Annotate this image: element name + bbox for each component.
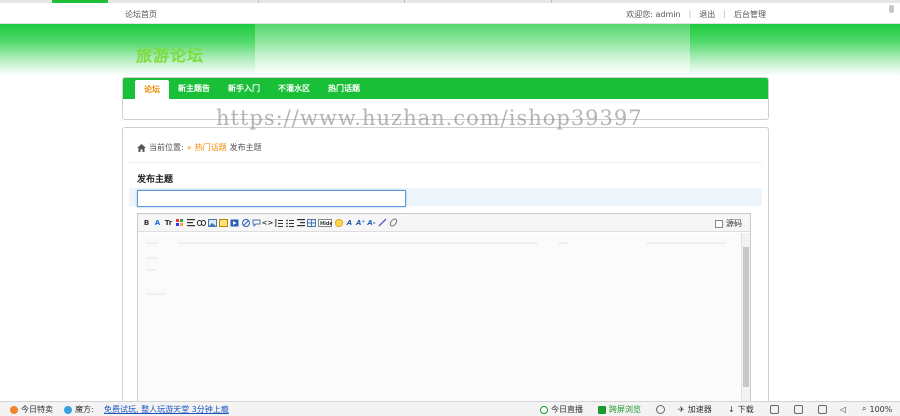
content-line	[146, 242, 158, 244]
rocket-icon: ✈	[678, 405, 685, 414]
separator: |	[723, 9, 726, 18]
breadcrumb-current: 发布主题	[229, 143, 262, 152]
browser-status-bar: 今日特卖 魔方: 免费试玩, 整人玩游天堂 3分钟上瘾 今日直播 跨屏浏览 ✈ …	[0, 401, 900, 416]
font-size-down-icon[interactable]: A-	[367, 218, 376, 227]
source-toggle[interactable]: 源码	[715, 218, 742, 229]
post-panel: 当前位置: » 热门话题 发布主题 发布主题 B A Tr <> Hide A …	[122, 127, 769, 416]
font-icon[interactable]: A	[345, 218, 354, 227]
grid-icon[interactable]	[770, 405, 779, 414]
font-size-up-icon[interactable]: A⁺	[356, 218, 365, 227]
svg-text:Hide: Hide	[320, 221, 332, 227]
magic-label: 魔方:	[75, 405, 94, 414]
hide-icon[interactable]: Hide	[318, 218, 332, 227]
admin-link[interactable]: 后台管理	[734, 9, 766, 20]
table-icon[interactable]	[307, 218, 316, 227]
zoom-label: 100%	[869, 404, 893, 414]
gift-icon	[10, 405, 18, 414]
rich-text-editor: B A Tr <> Hide A A⁺ A- 源码	[137, 213, 751, 416]
fontcolor-button[interactable]: A	[153, 218, 162, 227]
media-icon[interactable]	[230, 218, 239, 227]
unordered-list-icon[interactable]	[285, 218, 294, 227]
download-item[interactable]: ↓ 下载	[728, 404, 754, 415]
nav-item-forum[interactable]: 论坛	[135, 80, 169, 99]
quote-icon[interactable]	[252, 218, 261, 227]
site-header: 旅游论坛	[0, 24, 900, 76]
color-grid-icon[interactable]	[175, 218, 184, 227]
bold-button[interactable]: B	[142, 218, 151, 227]
no-entry-icon[interactable]	[241, 218, 250, 227]
logout-link[interactable]: 退出	[699, 9, 715, 20]
align-icon[interactable]	[186, 218, 195, 227]
smile-icon[interactable]	[334, 218, 343, 227]
speed-label: 加速器	[687, 405, 712, 414]
ordered-list-icon[interactable]	[274, 218, 283, 227]
page-scrollbar-thumb[interactable]	[889, 5, 894, 13]
nav-item-new-topics[interactable]: 新主题告	[169, 78, 219, 99]
header-banner	[255, 24, 690, 76]
user-links: 欢迎您: admin | 退出 | 后台管理	[626, 9, 766, 20]
page-title: 发布主题	[137, 175, 174, 185]
code-icon[interactable]: <>	[262, 218, 274, 227]
watermark-text: https://www.huzhan.com/ishop39397	[216, 106, 643, 130]
site-title[interactable]: 旅游论坛	[136, 42, 204, 66]
screen-item[interactable]: 跨屏浏览	[598, 404, 641, 415]
pen-icon[interactable]	[378, 218, 387, 227]
zoom-item[interactable]: ⌕ 100%	[862, 404, 892, 414]
editor-scrollbar[interactable]	[741, 233, 750, 416]
download-icon: ↓	[728, 405, 735, 414]
zoom-icon: ⌕	[862, 404, 867, 413]
separator: |	[688, 9, 692, 18]
main-nav: 论坛 新主题告 新手入门 不灌水区 热门话题	[123, 78, 768, 99]
download-label: 下载	[737, 405, 754, 414]
top-bar: 论坛首页 欢迎您: admin | 退出 | 后台管理	[0, 3, 900, 24]
promo-link[interactable]: 免费试玩, 整人玩游天堂 3分钟上瘾	[104, 404, 229, 415]
phone-icon	[598, 405, 606, 414]
speed-item[interactable]: ✈ 加速器	[678, 404, 712, 415]
editor-scrollbar-thumb[interactable]	[743, 247, 749, 387]
live-label: 今日直播	[551, 405, 583, 414]
deals-label: 今日特卖	[21, 405, 53, 414]
attachment-icon[interactable]	[389, 218, 398, 227]
content-line	[558, 242, 568, 244]
live-item[interactable]: 今日直播	[540, 404, 583, 415]
source-label: 源码	[726, 219, 742, 228]
play-icon	[540, 405, 548, 414]
screen-label: 跨屏浏览	[609, 405, 641, 414]
history-icon[interactable]	[656, 405, 665, 414]
content-line	[146, 293, 166, 295]
nav-item-beginners[interactable]: 新手入门	[219, 78, 269, 99]
nav-item-no-spam[interactable]: 不灌水区	[269, 78, 319, 99]
welcome-text: 欢迎您: admin	[626, 10, 681, 19]
content-line	[146, 269, 156, 271]
link-icon[interactable]	[197, 218, 206, 227]
folder-icon[interactable]	[794, 405, 803, 414]
subject-input[interactable]	[137, 190, 406, 207]
window-icon[interactable]	[818, 405, 827, 414]
breadcrumb: 当前位置: » 热门话题 发布主题	[137, 142, 262, 153]
magic-item[interactable]: 魔方:	[64, 404, 94, 415]
indent-icon[interactable]	[296, 218, 305, 227]
content-line	[646, 242, 726, 244]
breadcrumb-arrow: »	[186, 143, 192, 152]
cube-icon	[64, 405, 72, 414]
breadcrumb-section-link[interactable]: 热门话题	[195, 142, 227, 153]
nav-item-hot-topics[interactable]: 热门话题	[319, 78, 369, 99]
flash-icon[interactable]	[219, 218, 228, 227]
font-size-button[interactable]: Tr	[164, 218, 173, 227]
breadcrumb-prefix: 当前位置:	[149, 143, 184, 152]
deals-item[interactable]: 今日特卖	[10, 404, 53, 415]
home-icon	[137, 143, 146, 152]
forum-home-link[interactable]: 论坛首页	[125, 9, 157, 20]
divider	[129, 162, 762, 163]
sound-icon[interactable]: ◁	[840, 405, 849, 414]
editor-content-area[interactable]	[138, 233, 741, 416]
content-line	[146, 257, 158, 259]
source-checkbox[interactable]	[715, 219, 723, 228]
editor-toolbar: B A Tr <> Hide A A⁺ A- 源码	[138, 214, 750, 232]
promo-item[interactable]: 免费试玩, 整人玩游天堂 3分钟上瘾	[104, 404, 229, 415]
content-line	[178, 242, 538, 244]
image-icon[interactable]	[208, 218, 217, 227]
